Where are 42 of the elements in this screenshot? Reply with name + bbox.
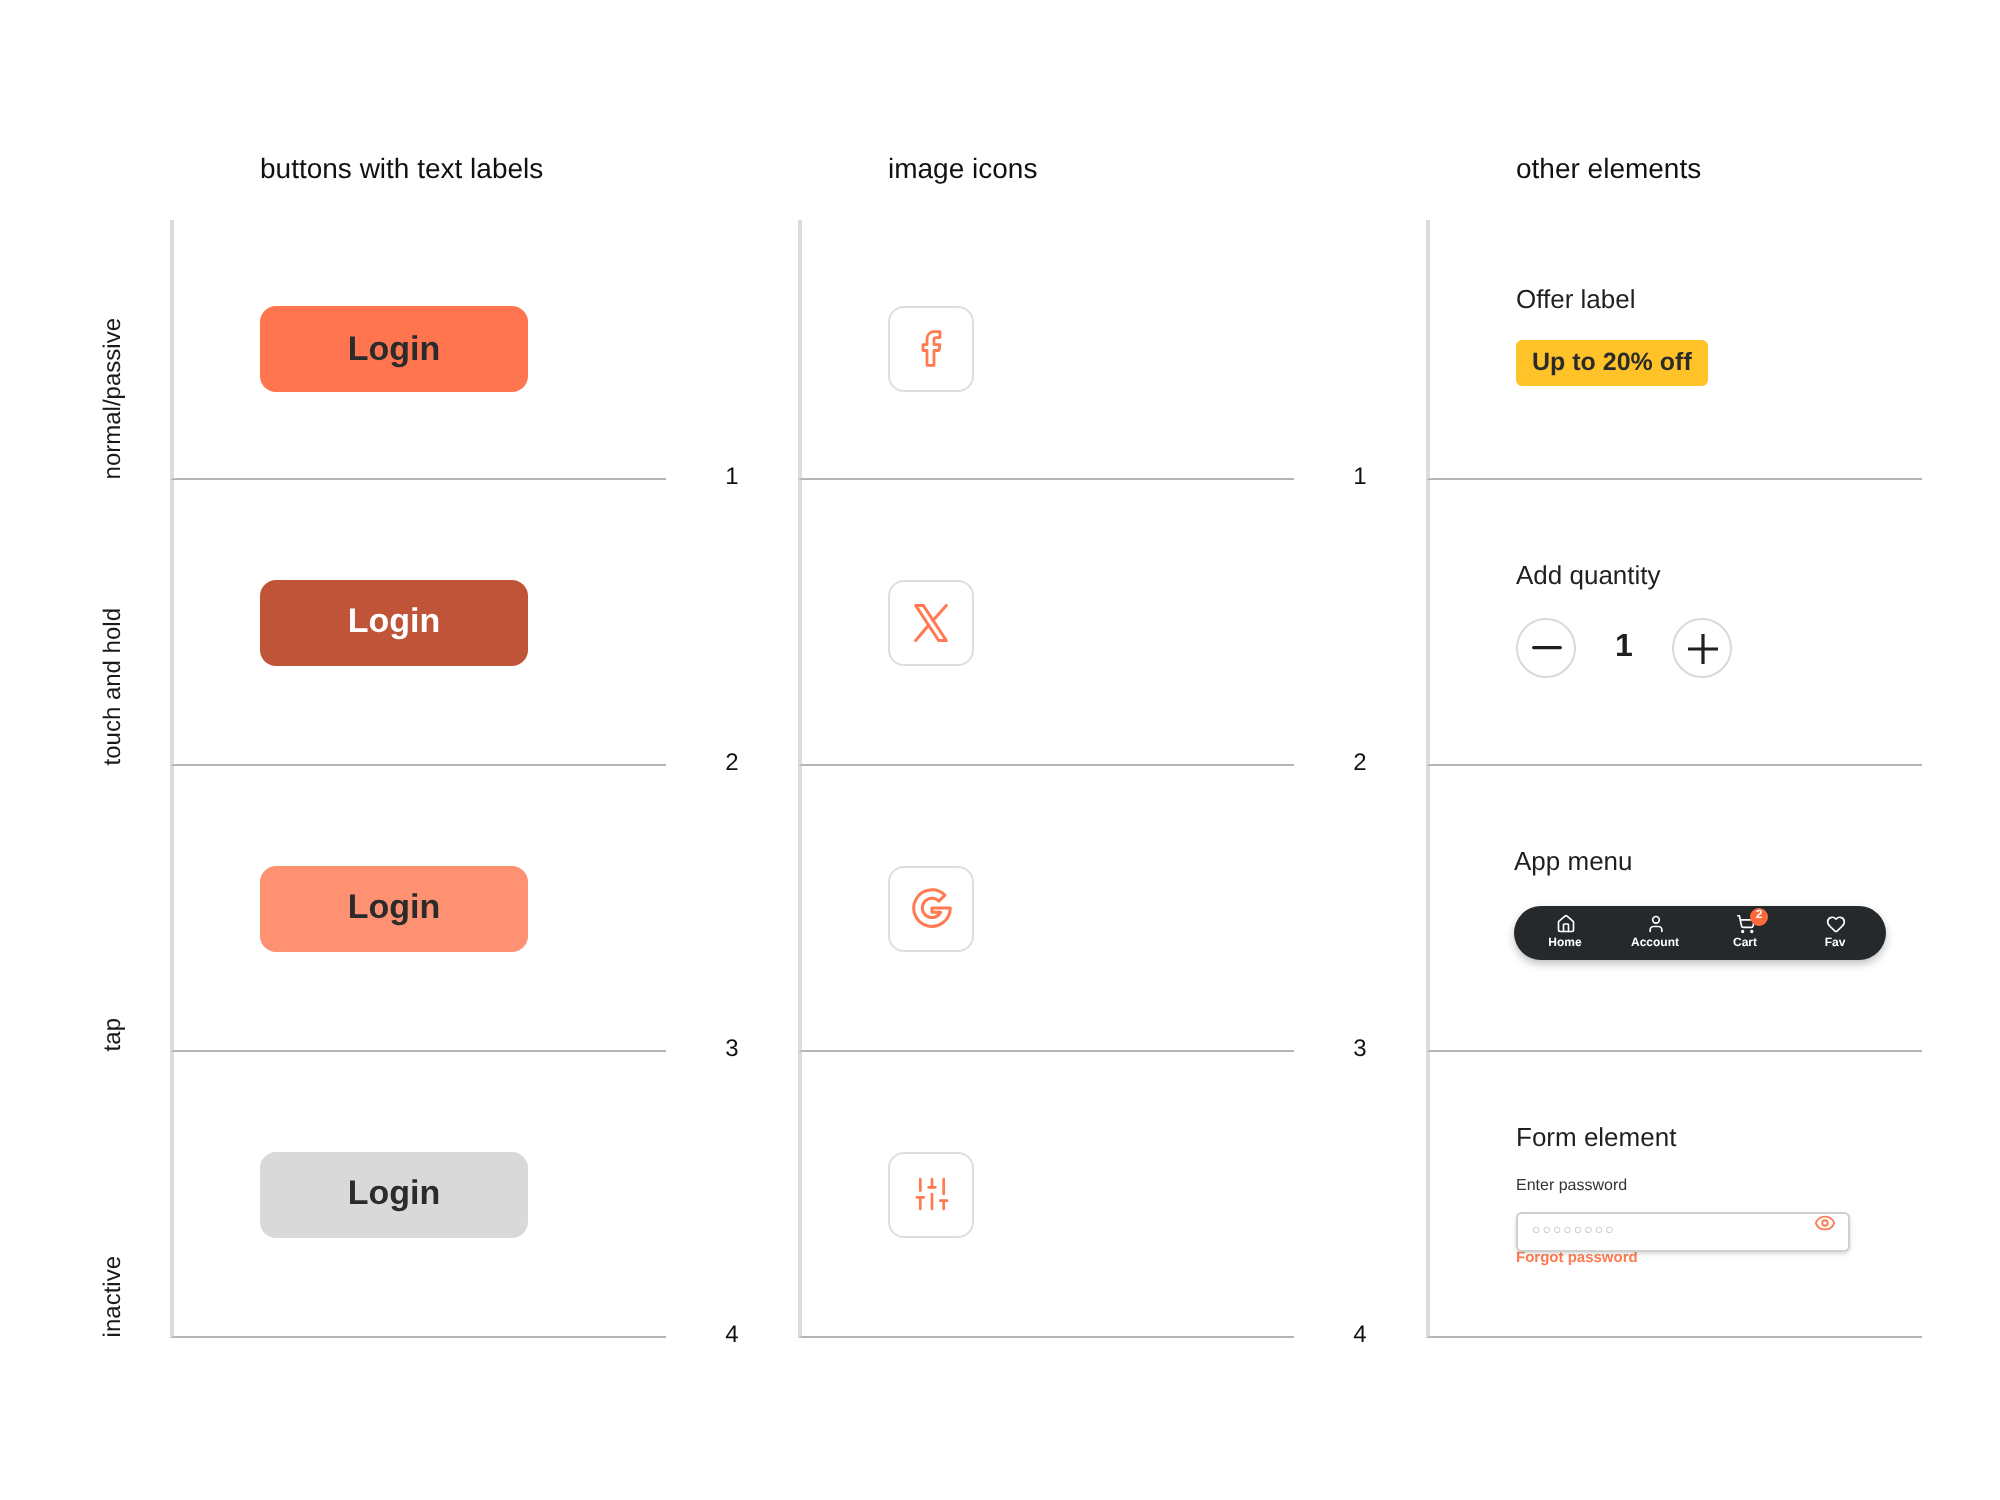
row-label: tap: [98, 1018, 126, 1052]
row-label: inactive: [98, 1256, 126, 1338]
x-logo-icon: [912, 603, 950, 641]
login-button[interactable]: Login: [260, 579, 528, 665]
f-logo-icon: [920, 330, 942, 368]
row-number: 1: [1353, 460, 1367, 492]
increase-button[interactable]: [1672, 618, 1732, 678]
login-button[interactable]: Login: [260, 865, 528, 951]
row-number: 4: [725, 1318, 739, 1350]
minus-icon: [1531, 646, 1561, 650]
element-title: Add quantity: [1516, 560, 1661, 592]
row-number: 3: [725, 1032, 739, 1064]
row-number: 2: [725, 746, 739, 778]
row-label: touch and hold: [98, 608, 126, 766]
g-logo-icon: [911, 888, 951, 928]
element-title: Form element: [1516, 1122, 1677, 1154]
cart-icon: [1735, 914, 1755, 934]
icon-button[interactable]: [888, 579, 974, 665]
row-number: 4: [1353, 1318, 1367, 1350]
quantity-value: 1: [1613, 628, 1635, 668]
house-icon: [1555, 914, 1575, 934]
eye-icon: [1814, 1211, 1836, 1233]
icon-button[interactable]: [888, 306, 974, 392]
column-heading: image icons: [888, 152, 1038, 184]
element-title: App menu: [1514, 846, 1633, 878]
element-title: Offer label: [1516, 284, 1636, 316]
person-icon: [1645, 914, 1665, 934]
decrease-button[interactable]: [1516, 618, 1576, 678]
row-number: 2: [1353, 746, 1367, 778]
column-heading: other elements: [1516, 152, 1702, 184]
icon-button[interactable]: [888, 1151, 974, 1237]
row-number: 1: [725, 460, 739, 492]
column-heading: buttons with text labels: [260, 152, 544, 184]
row-number: 3: [1353, 1032, 1367, 1064]
plus-icon: [1687, 633, 1717, 663]
icon-button[interactable]: [888, 865, 974, 951]
offer-badge: Up to 20% off: [1516, 340, 1708, 386]
login-button[interactable]: Login: [260, 306, 528, 392]
heart-icon: [1825, 914, 1845, 934]
field-label: Enter password: [1516, 1176, 1628, 1196]
row-label: normal/passive: [98, 318, 126, 480]
sliders-icon: [911, 1174, 951, 1214]
